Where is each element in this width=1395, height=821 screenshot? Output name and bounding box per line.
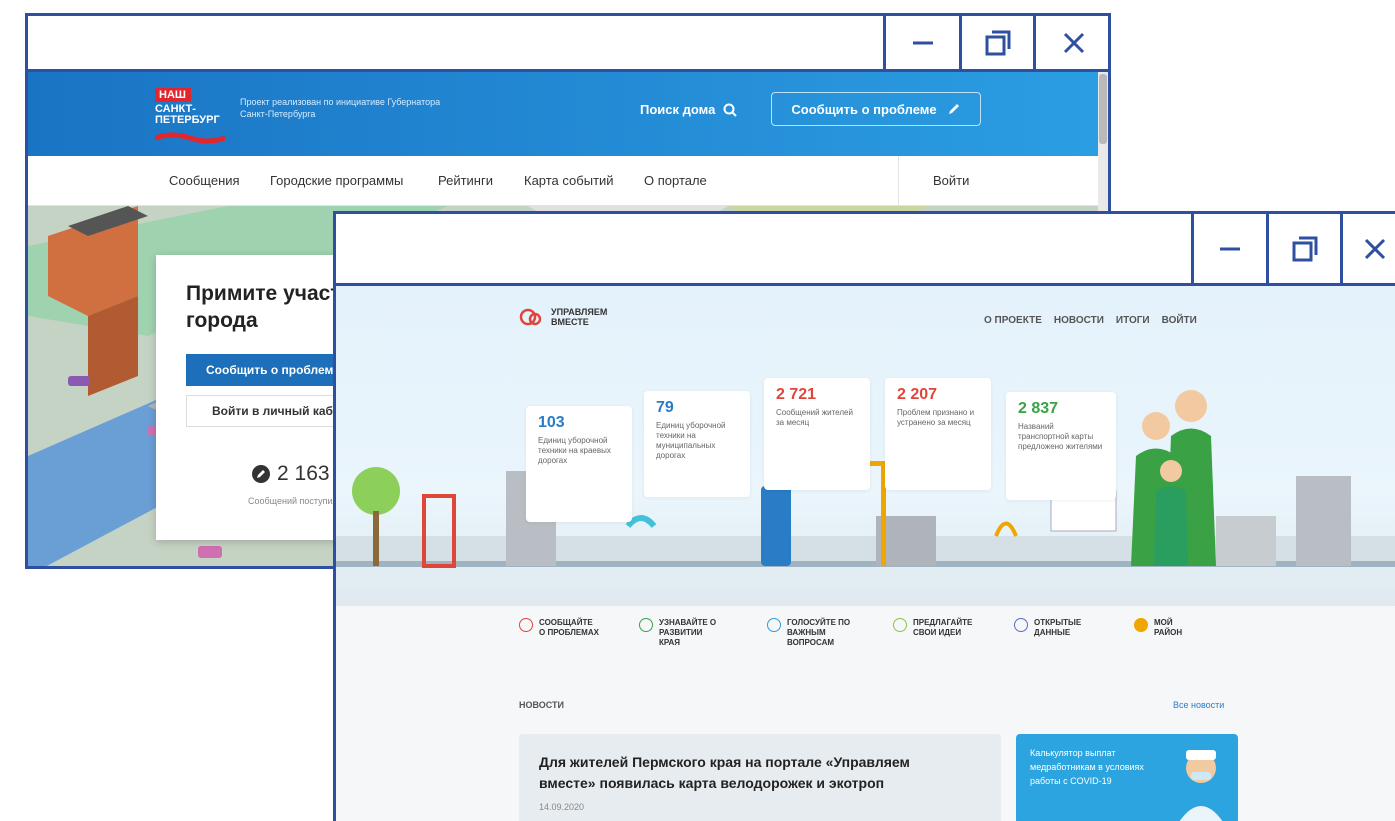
nav-item-messages[interactable]: Сообщения <box>169 173 240 188</box>
feature-learn-development[interactable]: УЗНАВАЙТЕ О РАЗВИТИИ КРАЯ <box>639 618 721 648</box>
feature-propose-ideas[interactable]: ПРЕДЛАГАЙТЕ СВОИ ИДЕИ <box>893 618 993 638</box>
main-nav: Сообщения Городские программы Рейтинги К… <box>28 156 1108 206</box>
report-button-label: Сообщить о проблеме <box>791 101 937 117</box>
close-icon <box>1063 32 1084 53</box>
feature-open-data[interactable]: ОТКРЫТЫЕ ДАННЫЕ <box>1014 618 1096 638</box>
promo-text: Калькулятор выплат медработникам в услов… <box>1030 748 1144 786</box>
minimize-button[interactable] <box>883 16 959 69</box>
site-tagline: Проект реализован по инициативе Губернат… <box>240 97 441 119</box>
check-icon <box>767 618 781 632</box>
news-title: Для жителей Пермского края на портале «У… <box>539 754 910 791</box>
close-button[interactable] <box>1033 16 1108 69</box>
alert-icon <box>519 618 533 632</box>
search-label: Поиск дома <box>640 102 716 117</box>
stat-value: 2 837 <box>1018 400 1059 417</box>
nav-item-ratings[interactable]: Рейтинги <box>438 173 493 188</box>
page-content: УПРАВЛЯЕМ ВМЕСТЕ О ПРОЕКТЕ НОВОСТИ ИТОГИ… <box>336 286 1395 821</box>
feature-label: УЗНАВАЙТЕ О РАЗВИТИИ КРАЯ <box>659 618 717 647</box>
site-header: НАШ САНКТ- ПЕТЕРБУРГ Проект реализован п… <box>28 72 1108 156</box>
stat-card: 2 207 Проблем признано и устранено за ме… <box>885 378 991 490</box>
district-icon <box>1134 618 1148 632</box>
nav-item-city-programs[interactable]: Городские программы <box>270 173 403 188</box>
report-problem-button[interactable]: Сообщить о проблеме <box>771 92 981 126</box>
window-titlebar <box>336 214 1395 286</box>
close-button[interactable] <box>1340 214 1395 283</box>
window-upravlyaem: УПРАВЛЯЕМ ВМЕСТЕ О ПРОЕКТЕ НОВОСТИ ИТОГИ… <box>333 211 1395 821</box>
search-house-link[interactable]: Поиск дома <box>640 102 738 117</box>
feature-report-problems[interactable]: СООБЩАЙТЕ О ПРОБЛЕМАХ <box>519 618 601 638</box>
minimize-icon <box>912 41 933 44</box>
logo-text: САНКТ- ПЕТЕРБУРГ <box>155 104 233 126</box>
restore-icon <box>985 30 1010 55</box>
hero-section: УПРАВЛЯЕМ ВМЕСТЕ О ПРОЕКТЕ НОВОСТИ ИТОГИ… <box>336 286 1395 606</box>
news-section: НОВОСТИ Все новости Для жителей Пермског… <box>336 678 1395 821</box>
feature-label: ГОЛОСУЙТЕ ПО ВАЖНЫМ ВОПРОСАМ <box>787 618 851 647</box>
stat-label: Единиц уборочной техники на краевых доро… <box>538 436 611 465</box>
search-icon <box>723 103 738 117</box>
close-icon <box>1364 238 1386 259</box>
promo-card[interactable]: Калькулятор выплат медработникам в услов… <box>1016 734 1238 821</box>
stat-card: 79 Единиц уборочной техники на муниципал… <box>644 391 750 497</box>
stat-card: 103 Единиц уборочной техники на краевых … <box>526 406 632 522</box>
site-logo[interactable]: НАШ САНКТ- ПЕТЕРБУРГ <box>155 88 233 148</box>
messages-count: 2 163 <box>277 462 330 485</box>
idea-icon <box>893 618 907 632</box>
stat-value: 103 <box>538 414 565 431</box>
location-icon <box>639 618 653 632</box>
nav-divider <box>898 156 899 206</box>
stat-card: 2 721 Сообщений жителей за месяц <box>764 378 870 490</box>
pencil-circle-icon <box>252 465 270 483</box>
news-card[interactable]: Для жителей Пермского края на портале «У… <box>519 734 1001 821</box>
restore-icon <box>1292 236 1317 261</box>
stat-value: 2 207 <box>897 386 938 403</box>
minimize-button[interactable] <box>1191 214 1266 283</box>
maximize-button[interactable] <box>1266 214 1340 283</box>
data-icon <box>1014 618 1028 632</box>
maximize-button[interactable] <box>959 16 1033 69</box>
nav-item-events-map[interactable]: Карта событий <box>524 173 614 188</box>
news-date: 14.09.2020 <box>539 802 585 812</box>
nav-item-about[interactable]: О портале <box>644 173 707 188</box>
logo-line-2: ПЕТЕРБУРГ <box>155 114 220 126</box>
login-link[interactable]: Войти <box>933 173 969 188</box>
messages-count-label: Сообщений поступило <box>248 496 343 506</box>
feature-label: МОЙ РАЙОН <box>1154 618 1183 637</box>
doctor-icon <box>1179 750 1223 821</box>
stat-label: Названий транспортной карты предложено ж… <box>1018 422 1103 451</box>
logo-wave-icon <box>155 132 225 144</box>
feature-label: ПРЕДЛАГАЙТЕ СВОИ ИДЕИ <box>913 618 973 637</box>
stat-card: 2 837 Названий транспортной карты предло… <box>1006 392 1116 500</box>
stat-value: 79 <box>656 399 674 416</box>
messages-counter: 2 163 <box>251 462 330 486</box>
stat-label: Сообщений жителей за месяц <box>776 408 853 427</box>
feature-vote[interactable]: ГОЛОСУЙТЕ ПО ВАЖНЫМ ВОПРОСАМ <box>767 618 857 648</box>
scrollbar-thumb[interactable] <box>1099 74 1107 144</box>
feature-label: ОТКРЫТЫЕ ДАННЫЕ <box>1034 618 1082 637</box>
stat-value: 2 721 <box>776 386 817 403</box>
features-bar: СООБЩАЙТЕ О ПРОБЛЕМАХ УЗНАВАЙТЕ О РАЗВИТ… <box>336 606 1395 678</box>
pencil-icon <box>948 104 959 114</box>
feature-label: СООБЩАЙТЕ О ПРОБЛЕМАХ <box>539 618 599 637</box>
window-titlebar <box>28 16 1108 72</box>
minimize-icon <box>1220 247 1240 250</box>
all-news-link[interactable]: Все новости <box>1173 700 1224 710</box>
logo-badge: НАШ <box>155 88 191 102</box>
feature-my-district[interactable]: МОЙ РАЙОН <box>1134 618 1194 638</box>
stat-label: Единиц уборочной техники на муниципальны… <box>656 421 726 460</box>
stat-label: Проблем признано и устранено за месяц <box>897 408 975 427</box>
news-heading: НОВОСТИ <box>519 700 565 710</box>
